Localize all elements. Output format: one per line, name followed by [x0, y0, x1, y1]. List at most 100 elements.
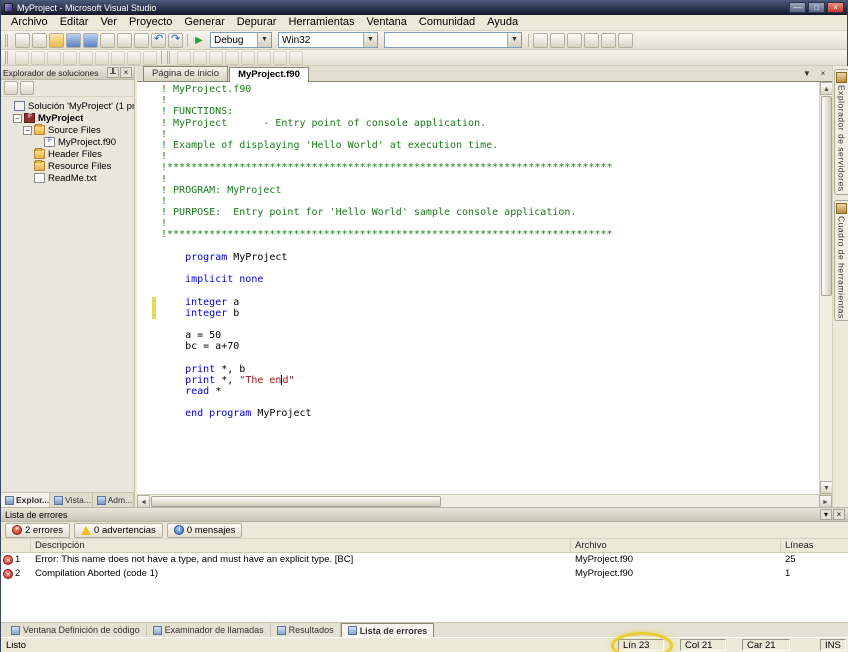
panel-tab-explor[interactable]: Explor...	[1, 493, 50, 507]
code-line[interactable]: !	[161, 129, 819, 140]
code-line[interactable]: print *, "The end"	[161, 375, 819, 386]
code-line[interactable]	[161, 353, 819, 364]
code-line[interactable]: implicit none	[161, 274, 819, 285]
panel-tab-adm[interactable]: Adm...	[93, 493, 134, 507]
column-header-description[interactable]: Descripción	[31, 539, 571, 552]
code-line[interactable]: !***************************************…	[161, 229, 819, 240]
code-line[interactable]	[161, 397, 819, 408]
properties-icon[interactable]	[4, 81, 18, 95]
maximize-button[interactable]: □	[808, 2, 825, 13]
code-line[interactable]: integer b	[161, 308, 819, 319]
filter-0-mensajes[interactable]: 0 mensajes	[167, 523, 243, 538]
menu-comunidad[interactable]: Comunidad	[413, 15, 481, 30]
add-item-icon[interactable]	[32, 33, 47, 48]
tool-tab-resultados[interactable]: Resultados	[271, 623, 341, 637]
code-line[interactable]	[161, 319, 819, 330]
open-file-icon[interactable]	[49, 33, 64, 48]
find-combo[interactable]: ▼	[384, 32, 522, 48]
command-window-icon[interactable]	[618, 33, 633, 48]
auto-hide-pin-icon[interactable]	[107, 67, 119, 78]
vertical-scrollbar[interactable]: ▲ ▼	[819, 82, 832, 494]
object-browser-icon[interactable]	[567, 33, 582, 48]
new-project-icon[interactable]	[15, 33, 30, 48]
hex-display-icon[interactable]	[289, 51, 303, 65]
autohide-tab-explorador-de-servidores[interactable]: Explorador de servidores	[834, 69, 848, 195]
stop-build-icon[interactable]	[209, 51, 223, 65]
menu-archivo[interactable]: Archivo	[5, 15, 54, 30]
copy-icon[interactable]	[117, 33, 132, 48]
scroll-down-icon[interactable]: ▼	[820, 481, 832, 494]
horizontal-scroll-thumb[interactable]	[151, 496, 441, 507]
document-tab-p-gina-de-inicio[interactable]: Página de inicio	[143, 66, 228, 81]
scroll-up-icon[interactable]: ▲	[820, 82, 832, 95]
solution-explorer-icon[interactable]	[533, 33, 548, 48]
start-debug-icon[interactable]: ▶	[191, 33, 207, 48]
code-line[interactable]: ! MyProject.f90	[161, 84, 819, 95]
next-bookmark-icon[interactable]	[127, 51, 141, 65]
chevron-down-icon[interactable]: ▼	[363, 33, 377, 47]
filter-2-errores[interactable]: 2 errores	[5, 523, 70, 538]
close-button[interactable]: ×	[827, 2, 844, 13]
tree-item-myproject-f90[interactable]: MyProject.f90	[1, 136, 134, 148]
toggle-bookmark-icon[interactable]	[95, 51, 109, 65]
tree-item-readme-txt[interactable]: ReadMe.txt	[1, 172, 134, 184]
menu-generar[interactable]: Generar	[178, 15, 230, 30]
indent-decrease-icon[interactable]	[31, 51, 45, 65]
code-line[interactable]	[161, 263, 819, 274]
code-line[interactable]: !	[161, 174, 819, 185]
tree-item-myproject[interactable]: −MyProject	[1, 112, 134, 124]
tool-tab-lista-de-errores[interactable]: Lista de errores	[341, 623, 435, 637]
vertical-scroll-thumb[interactable]	[821, 96, 832, 296]
previous-bookmark-icon[interactable]	[111, 51, 125, 65]
tree-item-soluci-n-myproject-1-proyecto[interactable]: Solución 'MyProject' (1 proyecto)	[1, 100, 134, 112]
tool-tab-ventana-definici-n-de-c-digo[interactable]: Ventana Definición de código	[5, 623, 147, 637]
code-line[interactable]: ! Example of displaying 'Hello World' at…	[161, 140, 819, 151]
toolbar-grip[interactable]	[5, 34, 10, 47]
code-line[interactable]: a = 50	[161, 330, 819, 341]
code-line[interactable]: ! PROGRAM: MyProject	[161, 185, 819, 196]
properties-window-icon[interactable]	[550, 33, 565, 48]
save-all-icon[interactable]	[83, 33, 98, 48]
code-line[interactable]: ! PURPOSE: Entry point for 'Hello World'…	[161, 207, 819, 218]
chevron-down-icon[interactable]: ▼	[507, 33, 521, 47]
menu-ventana[interactable]: Ventana	[361, 15, 413, 30]
compile-icon[interactable]	[193, 51, 207, 65]
cut-icon[interactable]	[100, 33, 115, 48]
toolbar-grip[interactable]	[5, 51, 10, 64]
active-files-dropdown-icon[interactable]: ▼	[800, 67, 814, 80]
menu-editar[interactable]: Editar	[54, 15, 95, 30]
column-header-file[interactable]: Archivo	[571, 539, 781, 552]
code-line[interactable]: bc = a+70	[161, 341, 819, 352]
breakpoint-icon[interactable]	[273, 51, 287, 65]
toolbar-grip[interactable]	[167, 51, 172, 64]
member-list-icon[interactable]	[15, 51, 29, 65]
code-line[interactable]: !	[161, 95, 819, 106]
collapse-icon[interactable]: −	[13, 114, 22, 123]
menu-proyecto[interactable]: Proyecto	[123, 15, 178, 30]
close-document-icon[interactable]: ×	[816, 67, 830, 80]
redo-icon[interactable]	[168, 33, 183, 48]
build-solution-icon[interactable]	[177, 51, 191, 65]
menu-ver[interactable]: Ver	[94, 15, 123, 30]
code-line[interactable]: ! FUNCTIONS:	[161, 106, 819, 117]
close-panel-icon[interactable]: ×	[833, 509, 845, 520]
code-line[interactable]: program MyProject	[161, 252, 819, 263]
code-line[interactable]: !	[161, 218, 819, 229]
code-line[interactable]: end program MyProject	[161, 408, 819, 419]
step-over-icon[interactable]	[241, 51, 255, 65]
error-list-icon[interactable]	[601, 33, 616, 48]
code-line[interactable]: !	[161, 151, 819, 162]
code-editor[interactable]: ! MyProject.f90!! FUNCTIONS:! MyProject …	[137, 82, 832, 494]
menu-depurar[interactable]: Depurar	[231, 15, 283, 30]
save-icon[interactable]	[66, 33, 81, 48]
code-line[interactable]: !***************************************…	[161, 162, 819, 173]
autohide-tab-cuadro-de-herramientas[interactable]: Cuadro de herramientas	[834, 200, 848, 322]
step-into-icon[interactable]	[225, 51, 239, 65]
tree-item-source-files[interactable]: −Source Files	[1, 124, 134, 136]
filter-0-advertencias[interactable]: 0 advertencias	[74, 523, 163, 538]
collapse-icon[interactable]: −	[23, 126, 32, 135]
code-line[interactable]: !	[161, 196, 819, 207]
tree-item-header-files[interactable]: Header Files	[1, 148, 134, 160]
toolbox-icon[interactable]	[584, 33, 599, 48]
uncomment-selection-icon[interactable]	[79, 51, 93, 65]
